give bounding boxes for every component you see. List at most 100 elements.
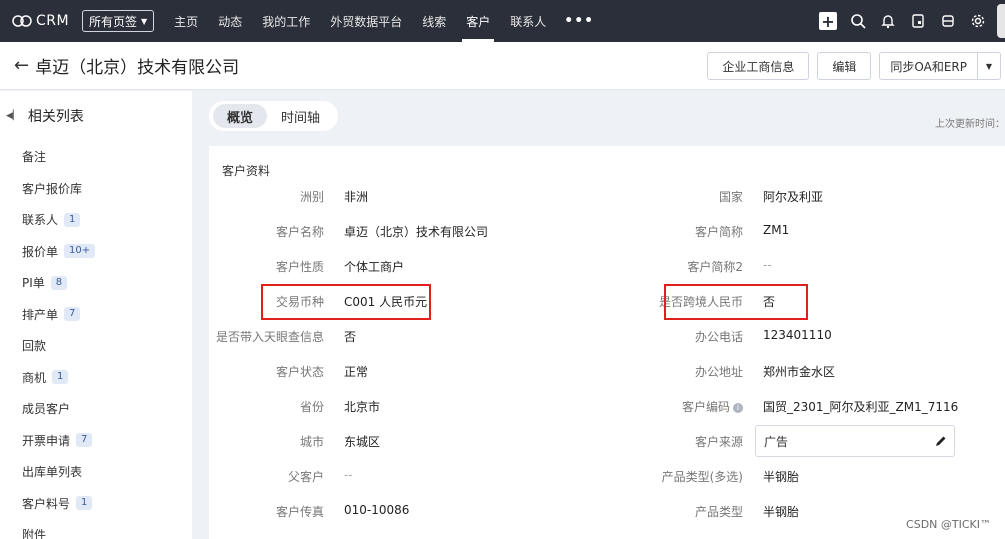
sidebar-item-label: 备注 bbox=[22, 150, 47, 165]
sidebar-item-label: PI单 bbox=[22, 276, 45, 291]
sidebar-item[interactable]: PI单 8 bbox=[0, 267, 192, 299]
sidebar-item-label: 联系人 bbox=[22, 213, 59, 228]
tab-overview[interactable]: 概览 bbox=[213, 104, 268, 128]
field-label: 客户简称 bbox=[609, 223, 743, 240]
field-label-text: 城市 bbox=[299, 435, 324, 449]
count-badge: 1 bbox=[52, 370, 69, 385]
sidebar-item-label: 商机 bbox=[22, 370, 47, 385]
sidebar-item[interactable]: 出库单列表 bbox=[0, 456, 192, 488]
logo-text: CRM bbox=[36, 13, 70, 29]
field-label-text: 客户编码 bbox=[681, 400, 730, 414]
sidebar-item[interactable]: 客户料号 1 bbox=[0, 488, 192, 520]
field-value: 123401110 bbox=[763, 328, 832, 342]
sidebar-item[interactable]: 开票申请 7 bbox=[0, 425, 192, 457]
field-label: 客户编码 i bbox=[609, 398, 743, 415]
sidebar-item[interactable]: 备注 bbox=[0, 141, 192, 173]
nav-feed[interactable]: 动态 bbox=[208, 0, 252, 42]
business-info-button[interactable]: 企业工商信息 bbox=[707, 52, 810, 80]
crm-logo[interactable]: CRM bbox=[12, 13, 82, 29]
view-tabs: 概览 时间轴 bbox=[209, 101, 339, 131]
field-value: 半钢胎 bbox=[763, 505, 800, 519]
count-badge: 10+ bbox=[64, 244, 96, 259]
highlight-currency bbox=[261, 284, 431, 320]
sidebar-item[interactable]: 联系人 1 bbox=[0, 204, 192, 236]
sidebar-item[interactable]: 客户报价库 bbox=[0, 173, 192, 205]
count-badge: 1 bbox=[76, 496, 93, 511]
sidebar-item[interactable]: 报价单 10+ bbox=[0, 236, 192, 268]
sidebar-item[interactable]: 排产单 7 bbox=[0, 299, 192, 331]
field-label-text: 办公地址 bbox=[694, 365, 743, 379]
pencil-icon[interactable] bbox=[934, 434, 948, 448]
field-label: 产品类型 bbox=[609, 503, 743, 520]
field-value: 个体工商户 bbox=[344, 260, 405, 274]
field-label: 客户传真 bbox=[209, 503, 324, 520]
field-label-text: 客户来源 bbox=[694, 435, 743, 449]
info-icon[interactable]: i bbox=[733, 402, 743, 413]
field-value: 半钢胎 bbox=[763, 470, 800, 484]
field-value: 正常 bbox=[344, 365, 369, 379]
field-value: 非洲 bbox=[344, 190, 369, 204]
nav-my-work[interactable]: 我的工作 bbox=[252, 0, 320, 42]
field-label: 是否带入天眼查信息 bbox=[209, 328, 324, 345]
more-nav-icon[interactable]: ••• bbox=[556, 0, 602, 42]
back-arrow-icon[interactable]: ← bbox=[14, 55, 29, 76]
infinity-logo-icon bbox=[12, 15, 32, 27]
field-value: 否 bbox=[344, 330, 357, 344]
field-value: 郑州市金水区 bbox=[763, 365, 836, 379]
sync-oa-erp-label[interactable]: 同步OA和ERP bbox=[880, 53, 978, 79]
count-badge: 8 bbox=[50, 275, 68, 290]
avatar[interactable] bbox=[997, 4, 1005, 38]
sidebar-item-label: 出库单列表 bbox=[22, 465, 83, 480]
tab-timeline[interactable]: 时间轴 bbox=[267, 104, 334, 128]
section-title: 客户资料 bbox=[222, 164, 271, 178]
field-label-text: 客户性质 bbox=[275, 260, 324, 274]
notes-icon[interactable] bbox=[903, 0, 933, 42]
field-value: 010-10086 bbox=[344, 503, 410, 517]
sidebar-item[interactable]: 成员客户 bbox=[0, 393, 192, 425]
sidebar-item[interactable]: 商机 1 bbox=[0, 362, 192, 394]
related-list-header[interactable]: ◀▏ 相关列表 bbox=[0, 91, 192, 141]
sidebar-item-label: 客户料号 bbox=[22, 496, 71, 511]
field-value: 东城区 bbox=[344, 435, 381, 449]
field-label-text: 是否带入天眼查信息 bbox=[215, 330, 324, 344]
field-label: 城市 bbox=[209, 433, 324, 450]
field-label-text: 国家 bbox=[718, 190, 743, 204]
caret-down-icon[interactable]: ▼ bbox=[978, 53, 1000, 79]
field-value: -- bbox=[763, 258, 772, 272]
sidebar-item[interactable]: 附件 bbox=[0, 519, 192, 539]
edit-button[interactable]: 编辑 bbox=[817, 52, 872, 80]
search-icon[interactable] bbox=[843, 0, 873, 42]
nav-leads[interactable]: 线索 bbox=[412, 0, 456, 42]
field-value: 国贸_2301_阿尔及利亚_ZM1_7116 bbox=[763, 400, 959, 414]
sync-oa-erp-button[interactable]: 同步OA和ERP ▼ bbox=[879, 52, 1001, 80]
field-label: 产品类型(多选) bbox=[609, 468, 743, 485]
sidebar-item-label: 客户报价库 bbox=[22, 181, 83, 196]
field-label: 省份 bbox=[209, 398, 324, 415]
nav-trade-data[interactable]: 外贸数据平台 bbox=[320, 0, 412, 42]
nav-customers[interactable]: 客户 bbox=[456, 0, 500, 42]
add-button[interactable]: + bbox=[813, 0, 843, 42]
sidebar-item-label: 回款 bbox=[22, 339, 47, 354]
bell-icon[interactable] bbox=[873, 0, 903, 42]
field-label: 国家 bbox=[609, 188, 743, 205]
customer-source-field[interactable]: 广告 bbox=[755, 425, 955, 457]
field-label: 洲别 bbox=[209, 188, 324, 205]
nav-home[interactable]: 主页 bbox=[164, 0, 208, 42]
sidebar-item-label: 排产单 bbox=[22, 307, 59, 322]
store-icon[interactable] bbox=[933, 0, 963, 42]
sidebar-item-label: 成员客户 bbox=[22, 402, 71, 417]
last-update-text: 上次更新时间： bbox=[935, 119, 1005, 130]
field-label-text: 产品类型(多选) bbox=[661, 470, 743, 484]
field-label-text: 客户状态 bbox=[275, 365, 324, 379]
field-value: 北京市 bbox=[344, 400, 381, 414]
gear-icon[interactable] bbox=[963, 0, 993, 42]
collapse-icon[interactable]: ◀▏ bbox=[6, 111, 20, 121]
related-list-items: 备注 客户报价库 联系人 1 报价单 10+ PI单 8 排产单 7 回款 商机 1 成员客户 开票申请 7 出… bbox=[0, 141, 192, 539]
plus-icon: + bbox=[819, 12, 837, 31]
all-tabs-select[interactable]: 所有页签 ▼ bbox=[82, 10, 155, 32]
field-label-text: 洲别 bbox=[299, 190, 324, 204]
field-label: 客户名称 bbox=[209, 223, 324, 240]
nav-contacts[interactable]: 联系人 bbox=[500, 0, 556, 42]
field-label-text: 客户简称2 bbox=[687, 260, 743, 274]
sidebar-item[interactable]: 回款 bbox=[0, 330, 192, 362]
